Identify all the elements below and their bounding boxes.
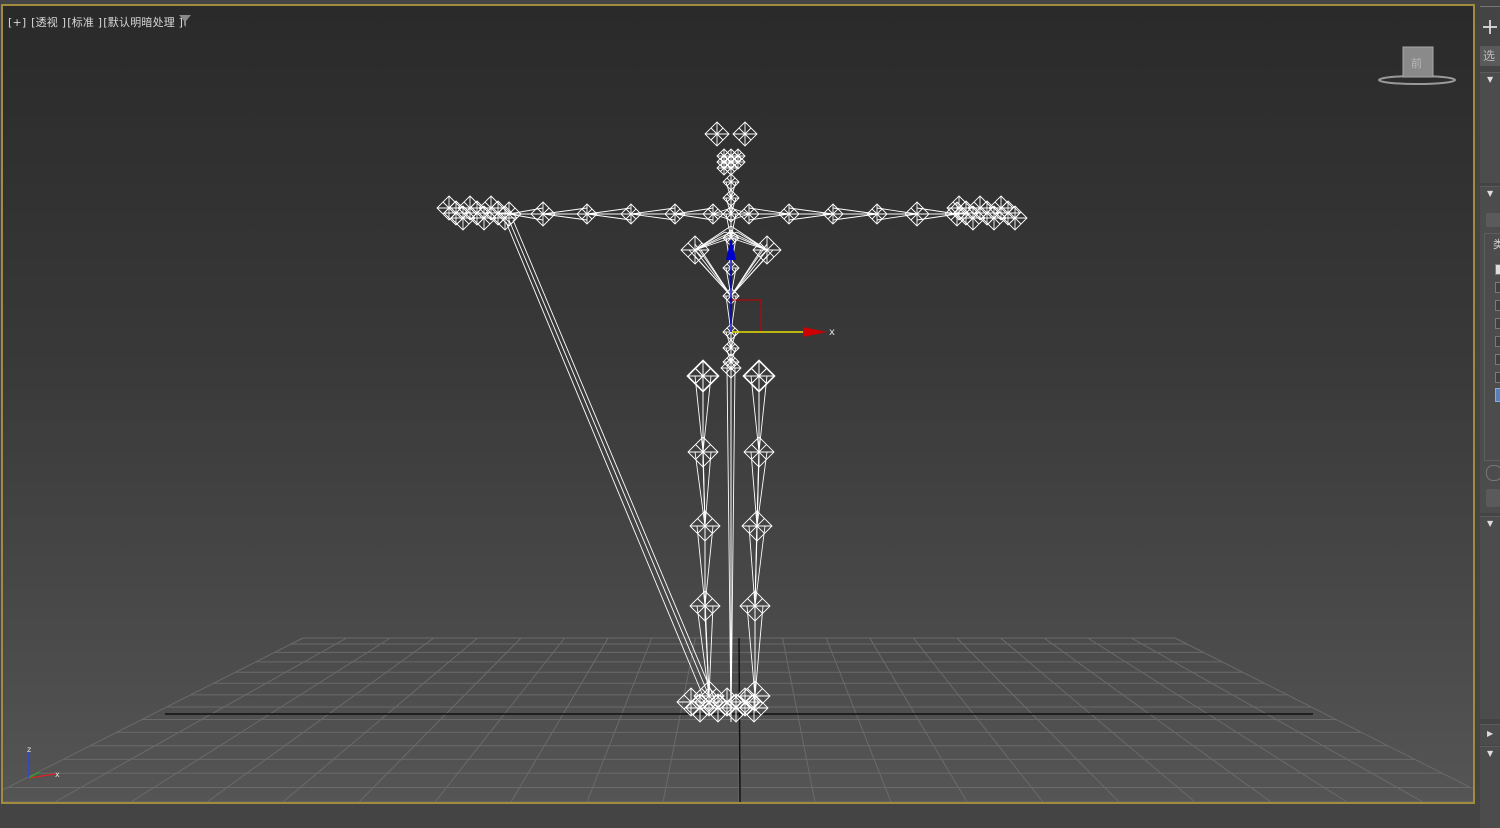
category-checkbox[interactable]	[1495, 264, 1500, 275]
category-checkbox[interactable]	[1495, 318, 1500, 329]
category-checkbox[interactable]	[1495, 354, 1500, 365]
viewport-plus-menu[interactable]: [+]	[8, 16, 26, 29]
rollout-1[interactable]: ▼	[1480, 72, 1500, 183]
category-checkbox[interactable]	[1495, 300, 1500, 311]
perspective-viewport[interactable]: x [+] [透视 ][标准 ][默认明暗处理 ] 前 z x	[1, 4, 1475, 804]
viewport-label-menu[interactable]: [+] [透视 ][标准 ][默认明暗处理 ]	[8, 14, 184, 30]
filter-icon[interactable]	[179, 15, 191, 27]
category-checkbox[interactable]	[1495, 282, 1500, 293]
radio-option[interactable]	[1486, 465, 1500, 481]
rollout-arrow-icon[interactable]: ▶	[1487, 729, 1493, 738]
small-box[interactable]	[1486, 213, 1500, 227]
x-axis-arrow	[803, 327, 827, 337]
rollout-4[interactable]: ▶	[1480, 724, 1500, 745]
tripod-x-label: x	[55, 770, 60, 779]
category-checkbox[interactable]	[1495, 336, 1500, 347]
bone-skeleton-wireframe	[436, 121, 1028, 723]
transform-gizmo: x	[726, 238, 835, 338]
grid-axis-vertical	[738, 637, 741, 802]
scene-canvas[interactable]: x	[3, 6, 1473, 802]
panel-divider	[1480, 6, 1500, 7]
x-axis-label: x	[829, 327, 835, 338]
small-button[interactable]	[1486, 489, 1500, 507]
rollout-arrow-icon[interactable]: ▼	[1487, 75, 1493, 84]
category-checkbox-selected[interactable]	[1495, 388, 1500, 402]
viewport-style-menu[interactable]: [标准 ]	[67, 16, 102, 29]
viewcube[interactable]: 前	[1375, 44, 1459, 92]
world-axis-tripod: z x	[27, 746, 60, 779]
category-label: 类	[1493, 238, 1500, 251]
rollout-arrow-icon[interactable]: ▼	[1487, 519, 1493, 528]
viewport-lighting-menu[interactable]: [默认明暗处理 ]	[103, 16, 183, 29]
plus-icon[interactable]	[1480, 14, 1500, 40]
command-panel[interactable]: 选 ▼ ▼ 类 ▼ ▶ ▼	[1476, 0, 1500, 828]
category-checkbox[interactable]	[1495, 372, 1500, 383]
rollout-arrow-icon[interactable]: ▼	[1487, 749, 1493, 758]
viewport-view-menu[interactable]: [透视 ]	[31, 16, 66, 29]
tripod-z-label: z	[27, 746, 31, 754]
rollout-arrow-icon[interactable]: ▼	[1487, 189, 1493, 198]
rollout-5[interactable]: ▼	[1480, 746, 1500, 828]
rollout-3[interactable]: ▼	[1480, 516, 1500, 719]
selection-set-dropdown[interactable]: 选	[1480, 46, 1500, 66]
viewcube-face-label: 前	[1411, 56, 1422, 70]
status-strip	[0, 808, 1476, 828]
